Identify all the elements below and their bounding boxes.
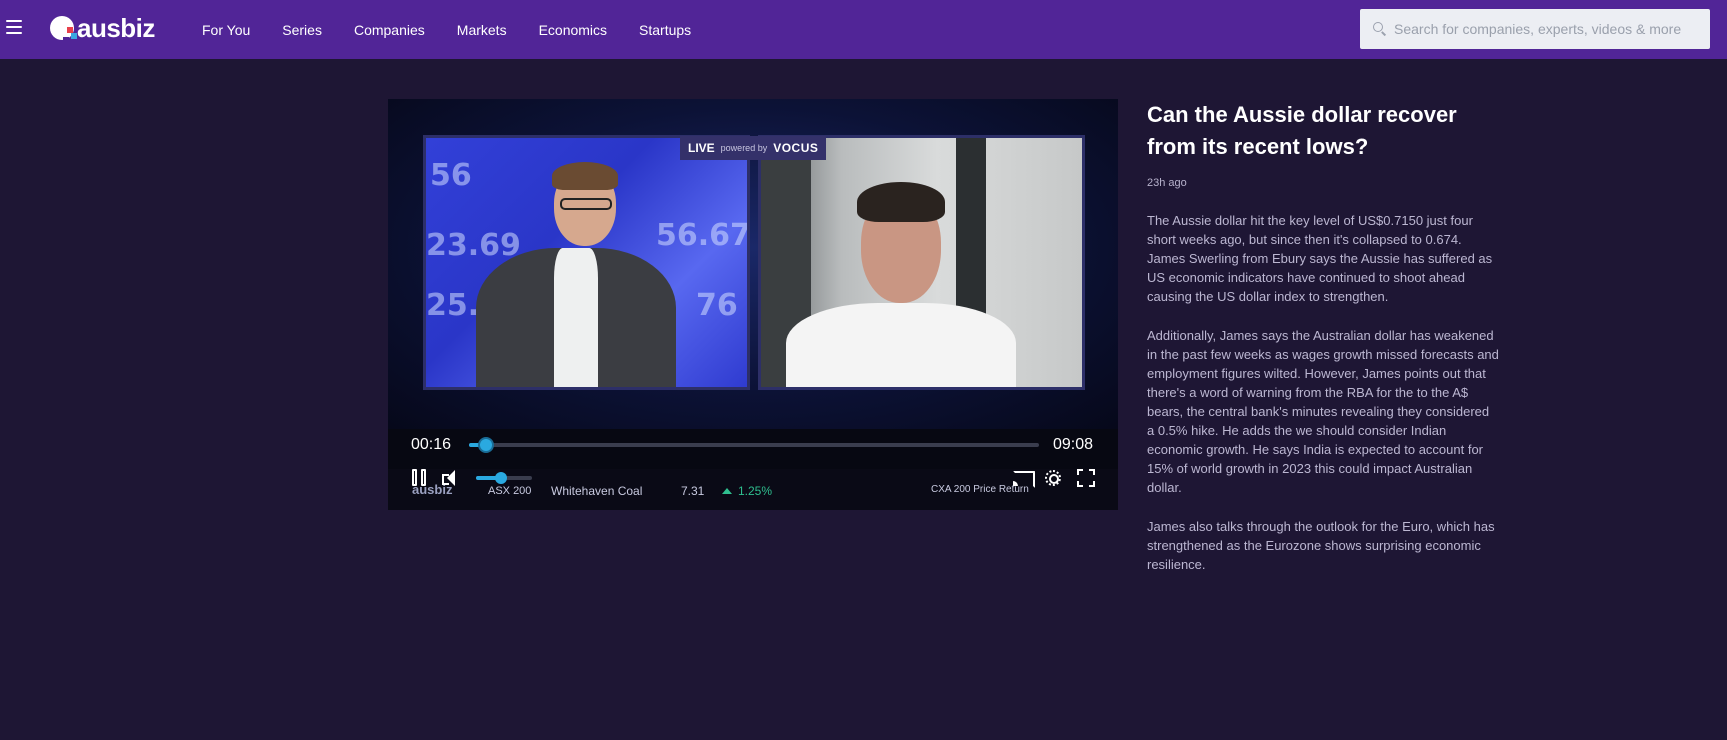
guest-panel [758,135,1085,390]
total-time: 09:08 [1053,436,1094,453]
settings-gear-icon[interactable] [1044,469,1062,487]
main-nav: For You Series Companies Markets Economi… [202,0,723,59]
hamburger-menu-icon[interactable] [6,20,22,34]
article-body: The Aussie dollar hit the key level of U… [1147,211,1499,574]
nav-series[interactable]: Series [282,22,322,38]
current-time: 00:16 [411,436,452,453]
article-paragraph: The Aussie dollar hit the key level of U… [1147,213,1493,304]
volume-slider-handle[interactable] [495,472,508,484]
volume-icon[interactable] [442,469,458,487]
live-badge: LIVE powered by VOCUS [680,136,827,160]
presenter-panel: 56 23.69 56.67 25.84 76 [423,135,750,390]
nav-startups[interactable]: Startups [639,22,691,38]
logo-mark-icon [50,16,77,43]
search-input[interactable] [1394,21,1704,37]
studio-number: 56.67 [656,218,750,253]
nav-companies[interactable]: Companies [354,22,425,38]
seek-bar-handle[interactable] [477,437,494,453]
article-timestamp: 23h ago [1147,177,1187,189]
sponsor-logo: VOCUS [773,141,819,155]
ausbiz-logo[interactable]: ausbiz [50,12,155,44]
studio-number: 76 [696,288,738,323]
top-navigation-bar: ausbiz For You Series Companies Markets … [0,0,1727,59]
article-title: Can the Aussie dollar recover from its r… [1147,102,1457,159]
ticker-index: ASX 200 [488,485,532,497]
fullscreen-icon[interactable] [1077,469,1095,487]
studio-number: 56 [430,158,472,193]
search-box [1360,9,1710,49]
powered-by-label: powered by [720,143,768,153]
cast-icon[interactable] [1013,469,1035,488]
logo-text: ausbiz [77,12,155,43]
article: Can the Aussie dollar recover from its r… [1147,99,1499,574]
article-paragraph: Additionally, James says the Australian … [1147,328,1499,495]
ticker-company: Whitehaven Coal [551,484,643,498]
pause-icon[interactable] [412,469,428,487]
seek-bar[interactable] [469,437,1039,453]
ticker-change: 1.25% [722,484,772,498]
studio-number: 23.69 [426,228,521,263]
nav-economics[interactable]: Economics [539,22,607,38]
video-player[interactable]: 56 23.69 56.67 25.84 76 LIVE powered by … [388,99,1118,510]
live-label: LIVE [688,141,715,155]
video-frame: 56 23.69 56.67 25.84 76 LIVE powered by … [388,99,1118,429]
article-paragraph: James also talks through the outlook for… [1147,519,1495,572]
search-icon [1372,21,1388,37]
volume-slider[interactable] [476,472,532,484]
nav-for-you[interactable]: For You [202,22,250,38]
nav-markets[interactable]: Markets [457,22,507,38]
ticker-price: 7.31 [681,484,705,498]
